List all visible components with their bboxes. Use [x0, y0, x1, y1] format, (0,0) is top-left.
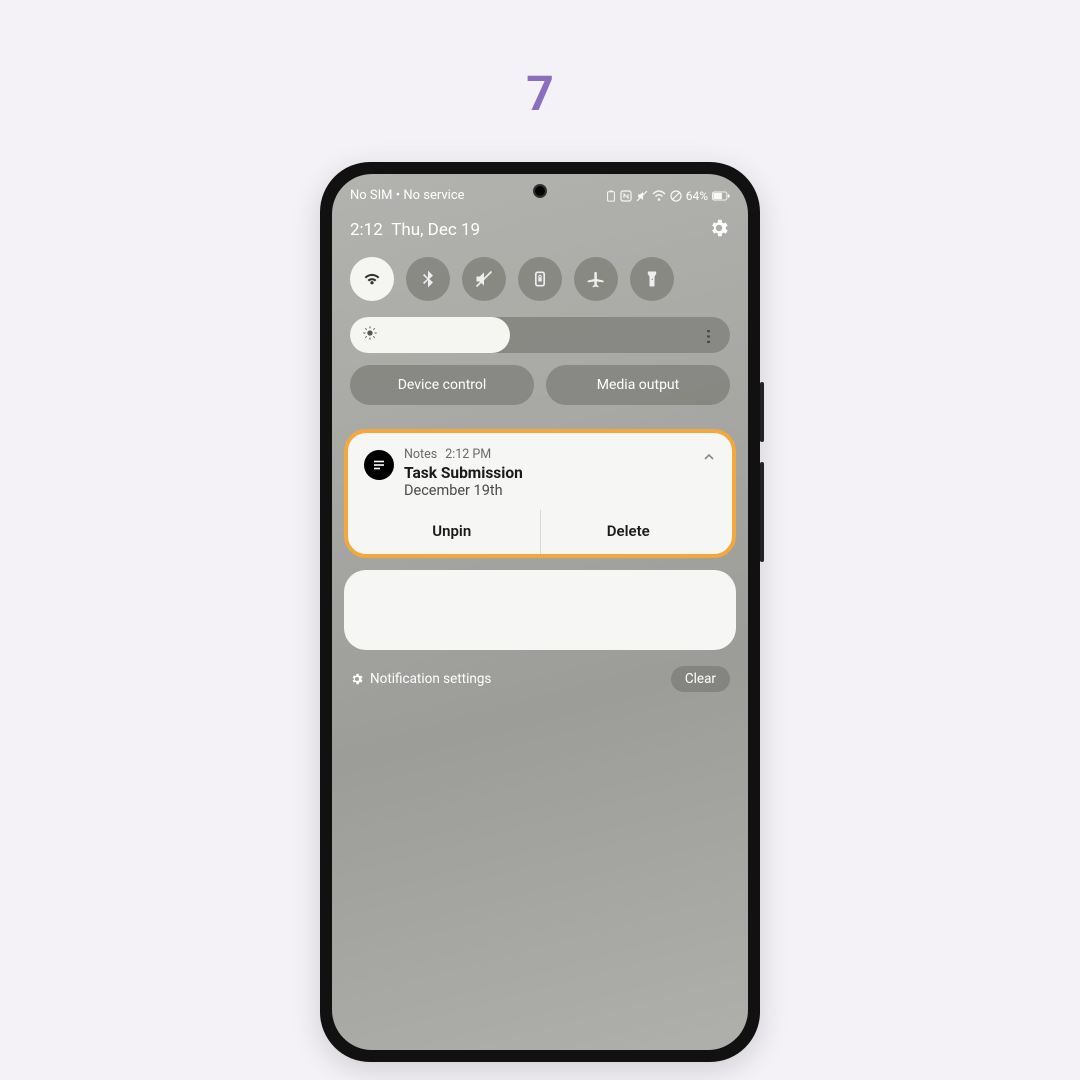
mute-tile[interactable] — [462, 257, 506, 301]
battery-percent: 64% — [686, 189, 708, 203]
collapse-chevron-icon[interactable] — [702, 449, 716, 468]
brightness-icon — [362, 325, 378, 345]
settings-gear-icon[interactable] — [708, 217, 730, 243]
phone-screen: No SIM • No service 64% 2:12 Thu, Dec 19 — [332, 174, 748, 1050]
delete-button[interactable]: Delete — [540, 510, 717, 554]
rotation-lock-tile[interactable] — [518, 257, 562, 301]
media-output-button[interactable]: Media output — [546, 365, 730, 405]
wifi-tile[interactable] — [350, 257, 394, 301]
bluetooth-tile[interactable] — [406, 257, 450, 301]
phone-frame: No SIM • No service 64% 2:12 Thu, Dec 19 — [320, 162, 760, 1062]
clear-button[interactable]: Clear — [671, 666, 730, 692]
unpin-button[interactable]: Unpin — [364, 510, 540, 554]
mute-icon — [636, 190, 648, 202]
notification-footer: Notification settings Clear — [332, 660, 748, 698]
notification-body: December 19th — [404, 482, 716, 499]
notification-settings-link[interactable]: Notification settings — [350, 671, 491, 687]
notification-card[interactable]: Notes 2:12 PM Task Submission December 1… — [344, 429, 736, 558]
device-control-button[interactable]: Device control — [350, 365, 534, 405]
flashlight-tile[interactable] — [630, 257, 674, 301]
status-carrier: No SIM • No service — [350, 188, 465, 203]
notification-app-name: Notes — [404, 447, 437, 462]
quick-settings-header: 2:12 Thu, Dec 19 — [332, 209, 748, 253]
notification-card-blank[interactable] — [344, 570, 736, 650]
step-number: 7 — [526, 65, 554, 122]
gear-small-icon — [350, 672, 364, 686]
quick-settings-buttons: Device control Media output — [332, 365, 748, 417]
notification-actions: Unpin Delete — [364, 509, 716, 554]
no-data-icon — [670, 190, 682, 202]
brightness-more-icon[interactable]: ⋯ — [700, 328, 719, 342]
quick-settings-tiles — [332, 253, 748, 313]
qs-time-date: 2:12 Thu, Dec 19 — [350, 220, 480, 240]
qs-date: Thu, Dec 19 — [391, 220, 480, 240]
qs-time: 2:12 — [350, 220, 383, 240]
notification-header: Notes 2:12 PM Task Submission — [364, 447, 716, 482]
status-right: 64% — [606, 189, 730, 203]
brightness-slider[interactable]: ⋯ — [350, 317, 730, 353]
notes-app-icon — [364, 450, 394, 480]
front-camera — [533, 184, 547, 198]
notification-time: 2:12 PM — [445, 447, 491, 462]
wifi-icon — [652, 190, 666, 202]
battery-icon — [712, 191, 730, 201]
notification-title: Task Submission — [404, 464, 692, 482]
nfc-icon — [620, 190, 632, 202]
airplane-tile[interactable] — [574, 257, 618, 301]
notification-settings-label: Notification settings — [370, 671, 491, 687]
battery-saver-icon — [606, 190, 616, 202]
